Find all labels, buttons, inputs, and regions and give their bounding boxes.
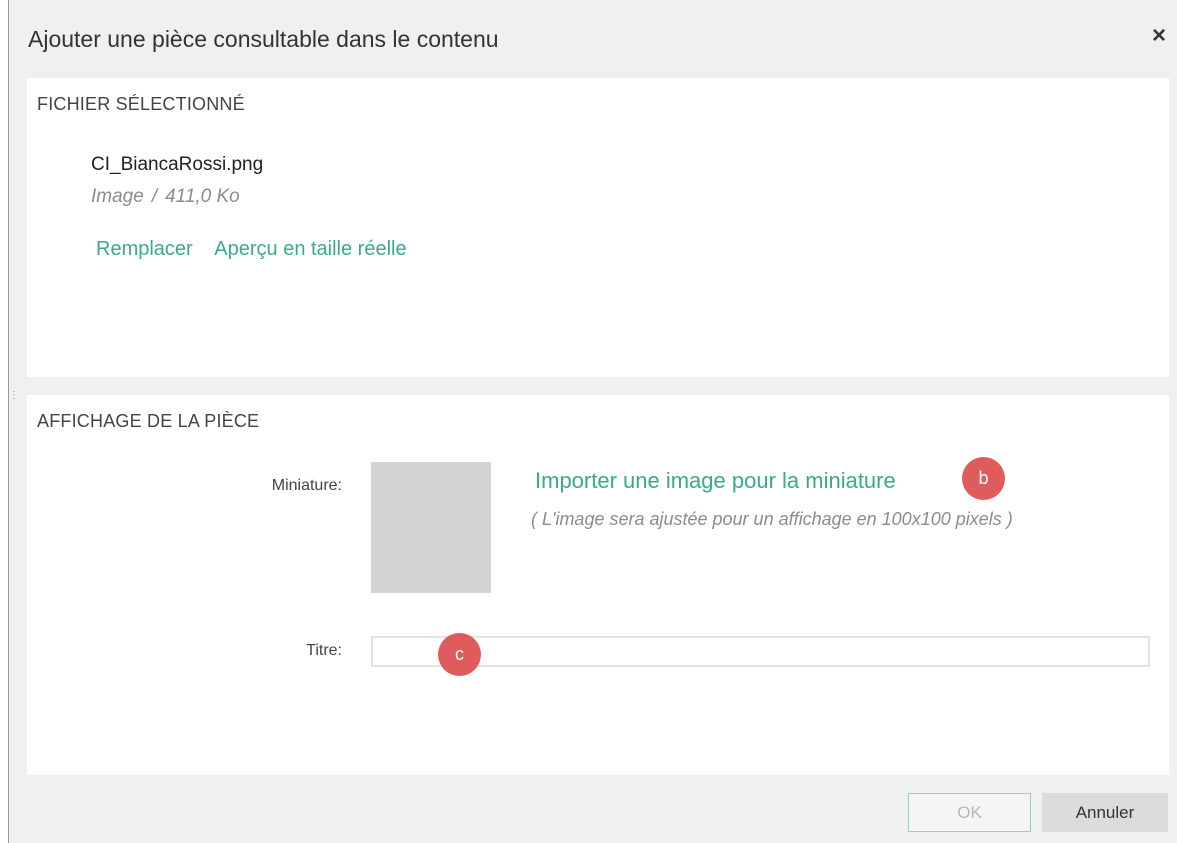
import-thumbnail-hint: ( L'image sera ajustée pour un affichage… bbox=[531, 509, 1013, 529]
annotation-marker-c: c bbox=[438, 633, 481, 676]
file-type: Image bbox=[91, 186, 144, 207]
dialog: Ajouter une pièce consultable dans le co… bbox=[8, 0, 1177, 843]
import-thumbnail-link[interactable]: Importer une image pour la miniature bbox=[535, 468, 896, 494]
cancel-button[interactable]: Annuler bbox=[1042, 793, 1168, 832]
thumbnail-label: Miniature: bbox=[271, 477, 342, 494]
piece-display-heading: AFFICHAGE DE LA PIÈCE bbox=[37, 411, 260, 431]
selected-file-panel: FICHIER SÉLECTIONNÉ CI_BiancaRossi.png I… bbox=[27, 78, 1169, 377]
title-label: Titre: bbox=[306, 642, 342, 659]
piece-display-panel: AFFICHAGE DE LA PIÈCE Miniature: Importe… bbox=[27, 395, 1169, 775]
selected-file-heading: FICHIER SÉLECTIONNÉ bbox=[37, 94, 245, 114]
file-actions: Remplacer Aperçu en taille réelle bbox=[96, 238, 407, 261]
ok-button[interactable]: OK bbox=[908, 793, 1031, 832]
full-size-preview-link[interactable]: Aperçu en taille réelle bbox=[214, 238, 406, 260]
resize-grip-icon[interactable]: ⋮ bbox=[9, 391, 19, 411]
replace-link[interactable]: Remplacer bbox=[96, 238, 193, 260]
file-meta: Image / 411,0 Ko bbox=[91, 186, 240, 208]
file-name: CI_BiancaRossi.png bbox=[91, 154, 264, 175]
dialog-title: Ajouter une pièce consultable dans le co… bbox=[28, 26, 499, 52]
file-size: 411,0 Ko bbox=[165, 186, 240, 207]
close-icon[interactable]: × bbox=[1145, 22, 1173, 50]
thumbnail-placeholder bbox=[371, 462, 491, 593]
dialog-titlebar: Ajouter une pièce consultable dans le co… bbox=[9, 0, 1177, 78]
annotation-marker-b: b bbox=[962, 457, 1005, 500]
file-meta-separator: / bbox=[151, 186, 158, 207]
title-input[interactable] bbox=[371, 636, 1150, 667]
